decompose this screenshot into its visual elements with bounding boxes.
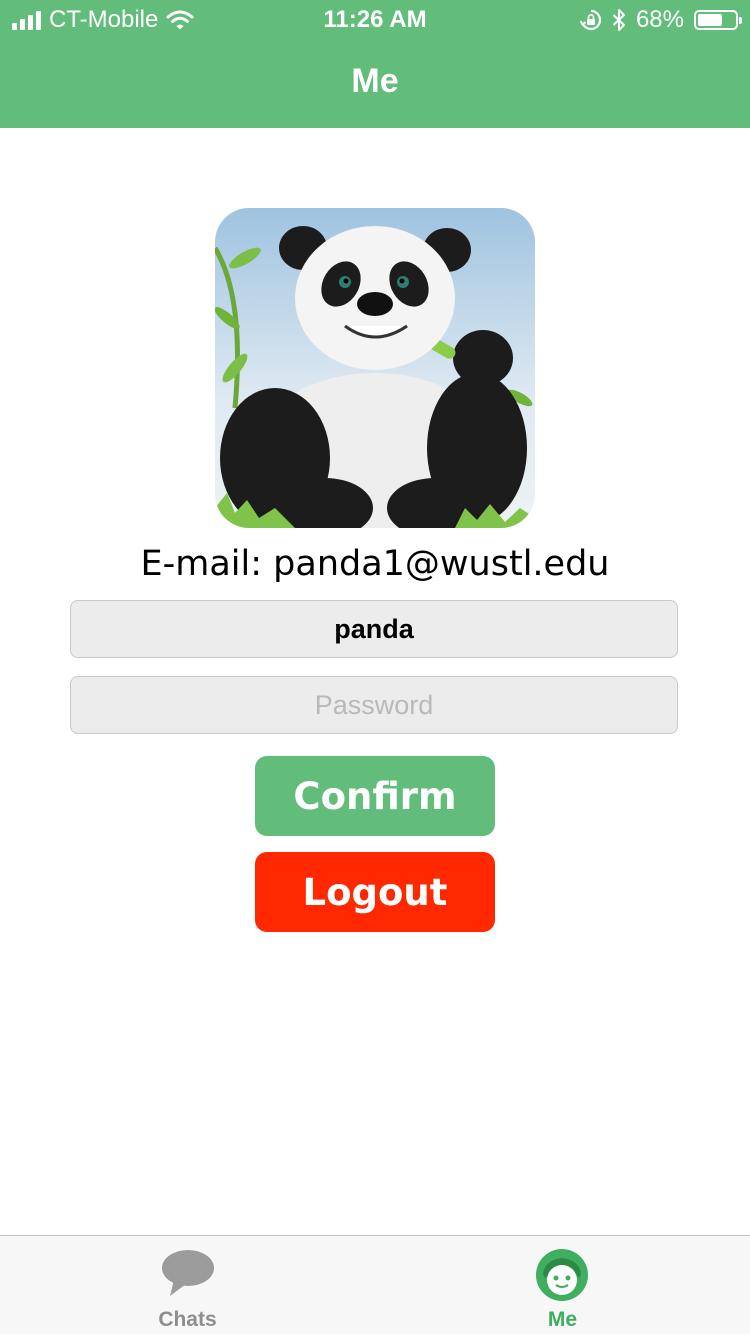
tab-chats[interactable]: Chats: [0, 1236, 375, 1335]
battery-icon: [694, 10, 742, 30]
rotation-lock-icon: [579, 9, 602, 31]
tab-chats-label: Chats: [158, 1308, 217, 1331]
status-bar: CT-Mobile 11:26 AM 68%: [0, 0, 750, 40]
tab-me-label: Me: [547, 1308, 578, 1331]
password-field[interactable]: [70, 676, 678, 734]
app-header: CT-Mobile 11:26 AM 68% Me: [0, 0, 750, 128]
bluetooth-icon: [612, 9, 625, 31]
tab-bar: Chats Me: [0, 1235, 750, 1334]
tab-me[interactable]: Me: [375, 1236, 750, 1335]
confirm-button[interactable]: Confirm: [255, 756, 495, 836]
chat-bubble-icon: [162, 1250, 214, 1296]
panda-avatar: [215, 208, 535, 528]
page-title: Me: [351, 62, 399, 100]
username-field[interactable]: [70, 600, 678, 658]
user-email: E-mail: panda1@wustl.edu: [140, 544, 610, 584]
face-icon: [536, 1249, 588, 1301]
status-right: 68%: [579, 6, 742, 34]
logout-button[interactable]: Logout: [255, 852, 495, 932]
battery-percent: 68%: [635, 6, 684, 33]
